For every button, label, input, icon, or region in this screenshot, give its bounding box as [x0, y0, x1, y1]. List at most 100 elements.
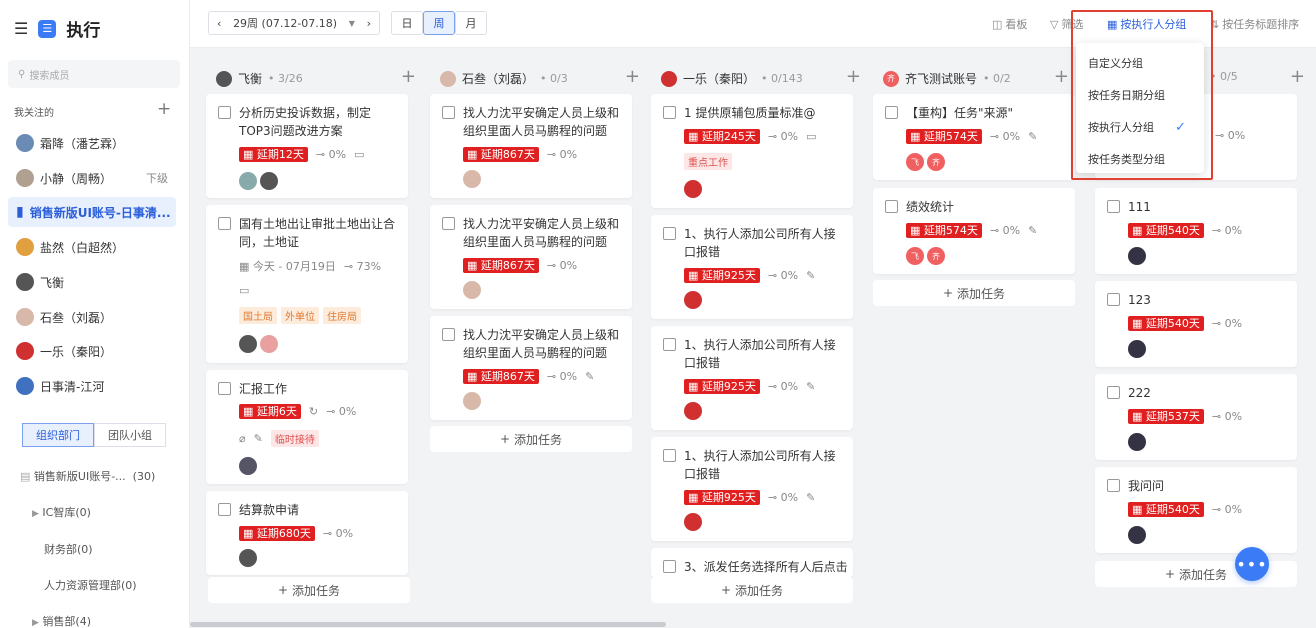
task-checkbox[interactable] — [442, 106, 455, 119]
task-card[interactable]: 国有土地出让审批土地出让合同，土地证 ▦ 今天 - 07月19日 ⊸ 73% ▭ … — [206, 205, 408, 363]
edit-icon[interactable]: ✎ — [585, 370, 594, 383]
task-checkbox[interactable] — [218, 382, 231, 395]
task-card[interactable]: 1、执行人添加公司所有人接口报错 ▦ 延期925天 ⊸ 0% ✎ — [651, 437, 853, 541]
person-item[interactable]: 飞衡 — [8, 267, 176, 297]
org-item[interactable]: 人力资源管理部(0) — [44, 577, 137, 593]
add-task-button[interactable]: + 添加任务 — [430, 426, 632, 452]
add-task-button[interactable]: + 添加任务 — [651, 577, 853, 603]
board-view-button[interactable]: ◫ 看板 — [992, 16, 1027, 32]
task-card[interactable]: 找人力沈平安确定人员上级和组织里面人员马鹏程的问题 ▦ 延期867天 ⊸ 0% ✎ — [430, 316, 632, 420]
task-checkbox[interactable] — [442, 328, 455, 341]
edit-icon[interactable]: ✎ — [1028, 130, 1037, 143]
group-option-date[interactable]: 按任务日期分组 — [1076, 79, 1204, 111]
task-card[interactable]: 3、派发任务选择所有人后点击 — [651, 548, 853, 578]
attachment-icon[interactable]: ⌀ — [239, 432, 246, 445]
task-checkbox[interactable] — [663, 449, 676, 462]
add-task-button[interactable]: + 添加任务 — [208, 577, 410, 603]
group-option-type[interactable]: 按任务类型分组 — [1076, 143, 1204, 175]
task-checkbox[interactable] — [1107, 386, 1120, 399]
task-card[interactable]: 分析历史投诉数据，制定TOP3问题改进方案 ▦ 延期12天 ⊸ 0% ▭ — [206, 94, 408, 198]
person-item[interactable]: 霜降（潘艺霖） — [8, 128, 176, 158]
task-checkbox[interactable] — [663, 227, 676, 240]
add-task-button[interactable]: + 添加任务 — [873, 280, 1075, 306]
task-card[interactable]: 找人力沈平安确定人员上级和组织里面人员马鹏程的问题 ▦ 延期867天 ⊸ 0% — [430, 205, 632, 309]
edit-icon[interactable]: ✎ — [806, 380, 815, 393]
comment-icon[interactable]: ▭ — [239, 284, 249, 297]
task-card[interactable]: 汇报工作 ▦ 延期6天 ↻ ⊸ 0% ⌀ ✎ 临时接待 — [206, 370, 408, 484]
task-checkbox[interactable] — [218, 503, 231, 516]
person-item[interactable]: 石叁（刘磊） — [8, 302, 176, 332]
org-item[interactable]: ▶ 销售部(4) — [32, 613, 91, 628]
comment-icon[interactable]: ▭ — [354, 148, 364, 161]
edit-icon[interactable]: ✎ — [254, 432, 263, 445]
horizontal-scrollbar[interactable] — [190, 620, 1316, 628]
person-item[interactable]: 一乐（秦阳） — [8, 336, 176, 366]
task-card[interactable]: 我问问 ▦ 延期540天 ⊸ 0% — [1095, 467, 1297, 553]
sort-button[interactable]: ⇅ 按任务标题排序 — [1210, 16, 1299, 32]
column-add-icon[interactable]: + — [625, 66, 640, 87]
task-checkbox[interactable] — [1107, 200, 1120, 213]
task-card[interactable]: 【重构】任务"来源" ▦ 延期574天 ⊸ 0% ✎ 飞齐 — [873, 94, 1075, 180]
avatar — [16, 308, 34, 326]
group-option-assignee[interactable]: 按执行人分组 ✓ — [1076, 111, 1204, 143]
task-checkbox[interactable] — [885, 106, 898, 119]
task-card[interactable]: 111 ▦ 延期540天 ⊸ 0% — [1095, 188, 1297, 274]
task-checkbox[interactable] — [663, 106, 676, 119]
edit-icon[interactable]: ✎ — [1028, 224, 1037, 237]
board-icon: ◫ — [992, 17, 1003, 31]
caret-right-icon[interactable]: ▶ — [32, 509, 39, 519]
task-checkbox[interactable] — [1107, 479, 1120, 492]
task-card[interactable]: 123 ▦ 延期540天 ⊸ 0% — [1095, 281, 1297, 367]
comment-icon[interactable]: ▭ — [806, 130, 816, 143]
column-add-icon[interactable]: + — [846, 66, 861, 87]
prev-week-icon[interactable]: ‹ — [217, 17, 221, 30]
member-search-input[interactable]: ⚲ 搜索成员 — [8, 60, 180, 88]
progress-value: 0% — [1224, 503, 1243, 516]
person-item[interactable]: 日事清-江河 — [8, 371, 176, 401]
range-week[interactable]: 周 — [423, 11, 455, 35]
task-card[interactable]: 222 ▦ 延期537天 ⊸ 0% — [1095, 374, 1297, 460]
task-card[interactable]: 找人力沈平安确定人员上级和组织里面人员马鹏程的问题 ▦ 延期867天 ⊸ 0% — [430, 94, 632, 198]
range-month[interactable]: 月 — [455, 11, 487, 35]
task-card[interactable]: 1 提供原辅包质量标准@ ▦ 延期245天 ⊸ 0% ▭ 重点工作 — [651, 94, 853, 208]
edit-icon[interactable]: ✎ — [806, 269, 815, 282]
task-checkbox[interactable] — [218, 106, 231, 119]
column-add-icon[interactable]: + — [1054, 66, 1069, 87]
more-actions-button[interactable]: ••• — [1235, 547, 1269, 581]
org-item[interactable]: ▤ 销售新版UI账号-... (30) — [20, 468, 155, 484]
add-task-label: 添加任务 — [514, 432, 563, 447]
task-checkbox[interactable] — [663, 338, 676, 351]
caret-down-icon[interactable]: ▼ — [349, 19, 355, 28]
org-name: 财务部 — [44, 543, 77, 556]
avatar — [239, 335, 257, 353]
person-item[interactable]: 小静（周畅） 下级 — [8, 163, 176, 193]
group-option-custom[interactable]: 自定义分组 — [1076, 47, 1204, 79]
task-card[interactable]: 1、执行人添加公司所有人接口报错 ▦ 延期925天 ⊸ 0% ✎ — [651, 326, 853, 430]
task-card[interactable]: 结算款申请 ▦ 延期680天 ⊸ 0% — [206, 491, 408, 575]
menu-icon[interactable]: ☰ — [14, 19, 28, 38]
tab-team-groups[interactable]: 团队小组 — [94, 423, 166, 447]
week-picker[interactable]: ‹ 29周 (07.12-07.18) ▼ › — [208, 11, 380, 35]
task-checkbox[interactable] — [442, 217, 455, 230]
task-card[interactable]: 绩效统计 ▦ 延期574天 ⊸ 0% ✎ 飞齐 — [873, 188, 1075, 274]
add-follow-icon[interactable]: + — [157, 99, 171, 119]
task-checkbox[interactable] — [1107, 293, 1120, 306]
org-item[interactable]: ▶ IC智库(0) — [32, 504, 91, 520]
person-item[interactable]: 盐然（白超然） — [8, 232, 176, 262]
scrollbar-thumb[interactable] — [190, 622, 666, 627]
person-item-active[interactable]: ▮ 销售新版UI账号-日事清... — [8, 197, 176, 227]
column-add-icon[interactable]: + — [401, 66, 416, 87]
tab-org-departments[interactable]: 组织部门 — [22, 423, 94, 447]
task-checkbox[interactable] — [218, 217, 231, 230]
task-checkbox[interactable] — [885, 200, 898, 213]
caret-right-icon[interactable]: ▶ — [32, 618, 39, 628]
range-day[interactable]: 日 — [391, 11, 423, 35]
edit-icon[interactable]: ✎ — [806, 491, 815, 504]
group-by-button[interactable]: ▦ 按执行人分组 — [1107, 16, 1186, 32]
next-week-icon[interactable]: › — [367, 17, 371, 30]
filter-button[interactable]: ▽ 筛选 — [1050, 16, 1083, 32]
column-add-icon[interactable]: + — [1290, 66, 1305, 87]
org-item[interactable]: 财务部(0) — [44, 541, 93, 557]
task-card[interactable]: 1、执行人添加公司所有人接口报错 ▦ 延期925天 ⊸ 0% ✎ — [651, 215, 853, 319]
task-checkbox[interactable] — [663, 560, 676, 573]
